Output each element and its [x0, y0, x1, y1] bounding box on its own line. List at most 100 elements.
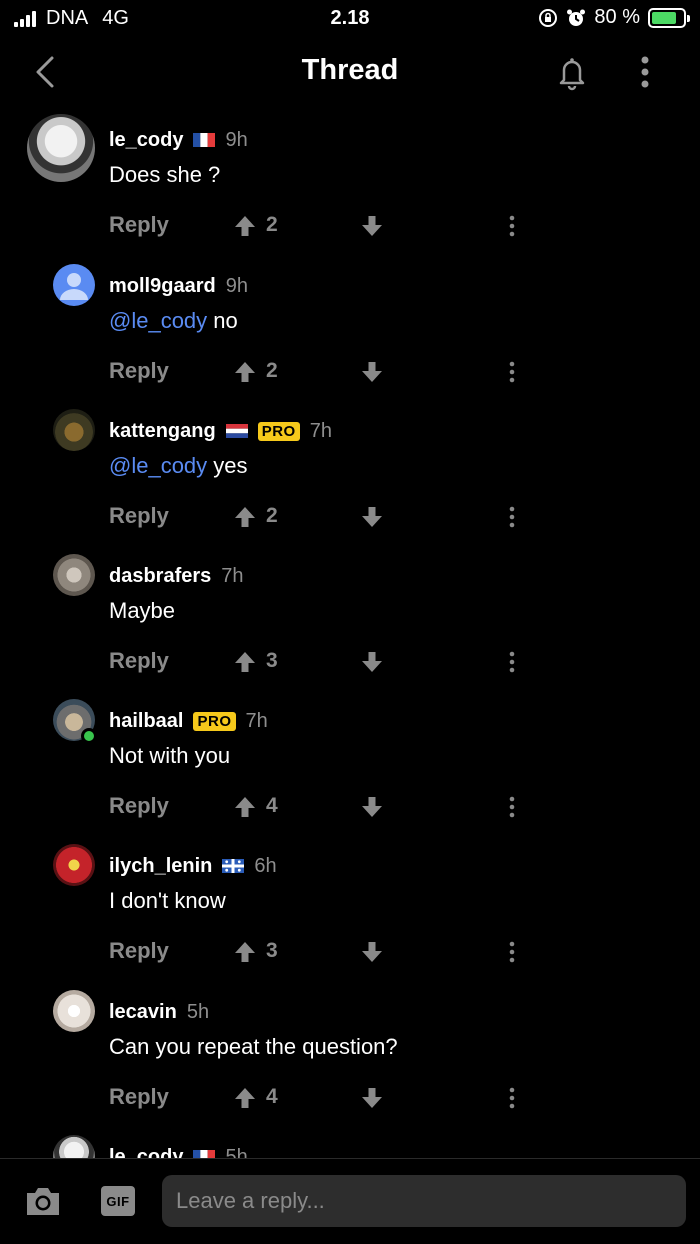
upvote-arrow-icon[interactable] [233, 505, 257, 529]
more-options-icon[interactable] [630, 52, 660, 92]
france-flag-icon [193, 1150, 216, 1158]
gif-button[interactable]: GIF [101, 1186, 135, 1216]
username[interactable]: hailbaal [109, 710, 183, 733]
page-title: Thread [301, 54, 399, 86]
comment-age: 5h [186, 1000, 210, 1023]
comment: kattengang PRO 7h @le_cody yes Reply 2 [0, 399, 700, 545]
comment-more-icon[interactable] [502, 505, 522, 529]
comment-meta: le_cody 9h [109, 127, 248, 153]
comment: lecavin 5h Can you repeat the question? … [0, 980, 700, 1126]
upvote-arrow-icon[interactable] [233, 214, 257, 238]
comment-more-icon[interactable] [502, 214, 522, 238]
comment-text: @le_cody no [109, 308, 238, 334]
comment-text: Does she ? [109, 162, 221, 187]
comment-age: 7h [221, 564, 244, 587]
avatar[interactable] [53, 990, 95, 1032]
reply-button[interactable]: Reply [109, 938, 169, 964]
downvote-arrow-icon[interactable] [360, 1086, 384, 1110]
pro-badge: PRO [257, 421, 300, 441]
comment-thread: le_cody 9h Does she ? Reply 2 moll9gaard… [0, 108, 700, 1158]
downvote-arrow-icon[interactable] [360, 795, 384, 819]
upvote-arrow-icon[interactable] [233, 1086, 257, 1110]
camera-icon[interactable] [24, 1184, 62, 1218]
comment: dasbrafers 7h Maybe Reply 3 [0, 544, 700, 690]
comment-more-icon[interactable] [502, 940, 522, 964]
comment-age: 9h [225, 274, 248, 297]
vote-count: 3 [266, 649, 278, 672]
reply-button[interactable]: Reply [109, 358, 169, 384]
username[interactable]: le_cody [109, 129, 183, 152]
quebec-flag-icon [222, 859, 245, 873]
battery-percent: 80 % [594, 6, 640, 28]
username[interactable]: dasbrafers [109, 565, 211, 588]
reply-button[interactable]: Reply [109, 503, 169, 529]
comment: moll9gaard 9h @le_cody no Reply 2 [0, 254, 700, 400]
comment-text: @le_cody yes [109, 453, 248, 479]
upvote-arrow-icon[interactable] [233, 650, 257, 674]
username[interactable]: le_cody [109, 1146, 183, 1159]
france-flag-icon [193, 133, 216, 147]
downvote-arrow-icon[interactable] [360, 505, 384, 529]
comment-more-icon[interactable] [502, 360, 522, 384]
reply-button[interactable]: Reply [109, 1084, 169, 1110]
vote-count: 3 [266, 939, 278, 962]
default-avatar-icon[interactable] [53, 264, 95, 306]
notification-bell-icon[interactable] [552, 52, 592, 92]
comment: ilych_lenin 6h I don't know Reply 3 [0, 834, 700, 980]
username[interactable]: ilych_lenin [109, 855, 212, 878]
comment-meta: lecavin 5h [109, 999, 209, 1025]
vote-count: 4 [266, 1085, 278, 1108]
comment-actions: Reply 2 [0, 208, 700, 244]
comment-meta: hailbaal PRO 7h [109, 708, 268, 734]
comment-more-icon[interactable] [502, 795, 522, 819]
upvote-arrow-icon[interactable] [233, 360, 257, 384]
upvote-arrow-icon[interactable] [233, 795, 257, 819]
upvote-arrow-icon[interactable] [233, 940, 257, 964]
mention-link[interactable]: @le_cody [109, 308, 207, 333]
status-right: 80 % [538, 6, 690, 29]
avatar[interactable] [53, 1135, 95, 1158]
comment-text: Can you repeat the question? [109, 1034, 398, 1059]
downvote-arrow-icon[interactable] [360, 940, 384, 964]
vote-count: 4 [266, 794, 278, 817]
comment-actions: Reply 2 [0, 354, 700, 390]
comment: le_cody 9h Does she ? Reply 2 [0, 108, 700, 254]
comment-text: Not with you [109, 743, 231, 768]
avatar[interactable] [53, 409, 95, 451]
reply-button[interactable]: Reply [109, 793, 169, 819]
comment-age: 7h [309, 419, 332, 442]
mention-link[interactable]: @le_cody [109, 453, 207, 478]
comment-meta: moll9gaard 9h [109, 273, 248, 299]
comment: le_cody 5h [0, 1125, 700, 1158]
avatar[interactable] [27, 114, 95, 182]
reply-input[interactable] [162, 1175, 686, 1227]
alarm-icon [567, 9, 586, 26]
netherlands-flag-icon [225, 424, 248, 438]
downvote-arrow-icon[interactable] [360, 650, 384, 674]
username[interactable]: kattengang [109, 420, 216, 443]
battery-icon [648, 7, 690, 28]
username[interactable]: moll9gaard [109, 275, 216, 298]
reply-button[interactable]: Reply [109, 212, 169, 238]
vote-count: 2 [266, 359, 278, 382]
downvote-arrow-icon[interactable] [360, 214, 384, 238]
comment-more-icon[interactable] [502, 650, 522, 674]
online-indicator [81, 728, 97, 744]
pro-badge: PRO [193, 711, 236, 731]
vote-count: 2 [266, 504, 278, 527]
avatar[interactable] [53, 844, 95, 886]
comment-actions: Reply 3 [0, 934, 700, 970]
comment-meta: ilych_lenin 6h [109, 853, 277, 879]
comment-age: 6h [254, 854, 277, 877]
downvote-arrow-icon[interactable] [360, 360, 384, 384]
comment-actions: Reply 4 [0, 789, 700, 825]
orientation-lock-icon [539, 8, 558, 27]
reply-button[interactable]: Reply [109, 648, 169, 674]
comment-more-icon[interactable] [502, 1086, 522, 1110]
avatar[interactable] [53, 554, 95, 596]
comment-actions: Reply 3 [0, 644, 700, 680]
comment-text-rest: yes [207, 453, 248, 478]
username[interactable]: lecavin [109, 1001, 177, 1024]
reply-composer: GIF [0, 1158, 700, 1244]
comment-text-rest: no [207, 308, 238, 333]
